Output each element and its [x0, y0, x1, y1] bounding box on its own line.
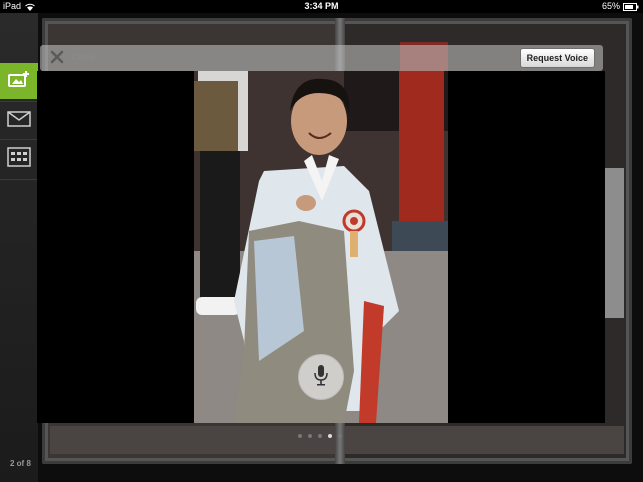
status-right: 65% [602, 0, 639, 13]
page-dot[interactable] [308, 434, 312, 438]
sidebar-divider [0, 139, 38, 140]
page-indicator: 2 of 8 [10, 459, 31, 468]
status-bar: iPad 3:34 PM 65% [0, 0, 643, 13]
record-voice-button[interactable] [298, 354, 344, 400]
add-photo-button[interactable] [0, 63, 38, 99]
request-voice-button[interactable]: Request Voice [519, 48, 595, 68]
close-icon[interactable] [50, 50, 64, 64]
status-time: 3:34 PM [304, 1, 339, 11]
mail-icon [7, 110, 31, 132]
battery-percent: 65% [601, 1, 620, 11]
page-dot-active[interactable] [328, 434, 332, 438]
page-dot[interactable] [318, 434, 322, 438]
calendar-button[interactable] [0, 141, 38, 177]
sidebar-divider [0, 101, 38, 102]
viewer-toolbar: Close Request Voice [40, 45, 603, 71]
sidebar: 2 of 8 [0, 13, 38, 482]
battery-icon [623, 2, 639, 11]
page-dots [298, 434, 342, 438]
add-photo-icon [7, 70, 31, 93]
microphone-icon [313, 364, 329, 391]
close-button[interactable]: Close [71, 52, 96, 62]
page-dot[interactable] [338, 434, 342, 438]
calendar-icon [7, 146, 31, 172]
sidebar-divider [0, 179, 38, 180]
book-photo-detail [604, 168, 624, 318]
mail-button[interactable] [0, 103, 38, 139]
page-dot[interactable] [298, 434, 302, 438]
